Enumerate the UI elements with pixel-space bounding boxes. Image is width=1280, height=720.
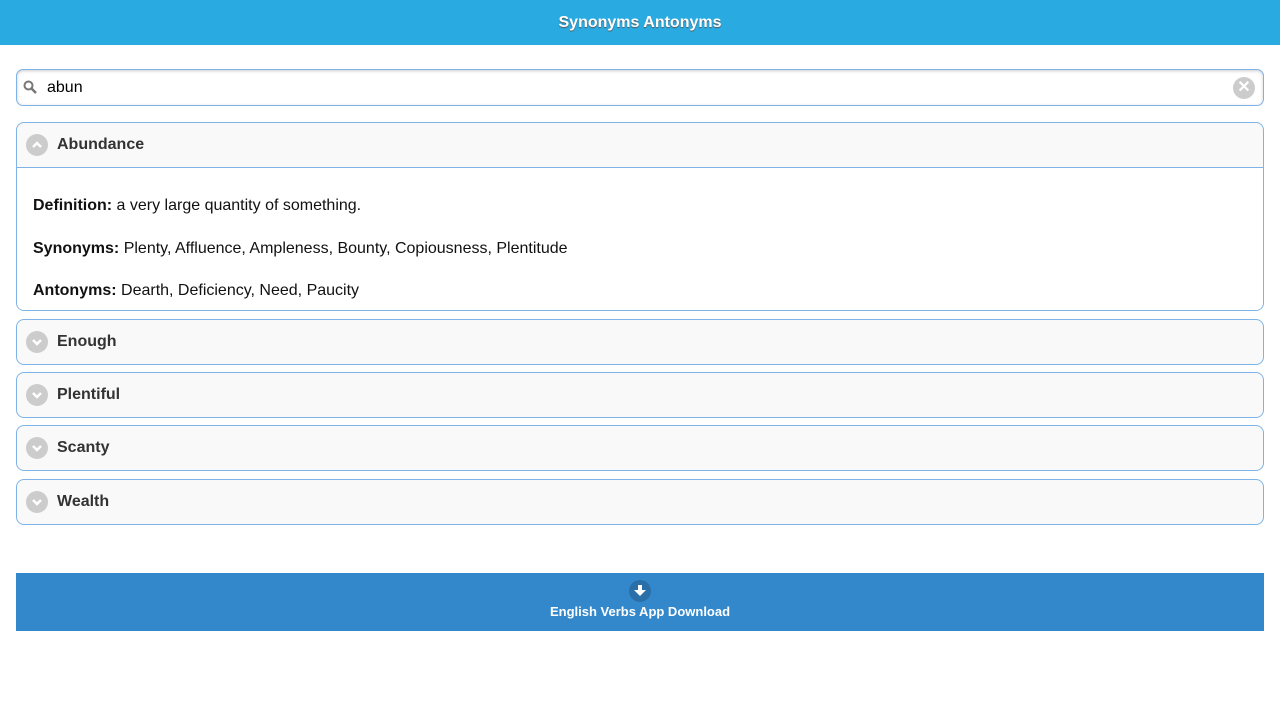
search-bar: ✕	[16, 69, 1264, 106]
accordion-content: Definition: a very large quantity of som…	[17, 167, 1263, 310]
chevron-down-icon	[26, 491, 48, 513]
synonyms-text: Plenty, Affluence, Ampleness, Bounty, Co…	[119, 240, 568, 257]
accordion-item-wealth[interactable]: Wealth	[16, 479, 1264, 525]
accordion-header[interactable]: Enough	[17, 320, 1263, 364]
accordion-item-plentiful[interactable]: Plentiful	[16, 372, 1264, 418]
antonyms: Antonyms: Dearth, Deficiency, Need, Pauc…	[33, 282, 1247, 300]
app-header: Synonyms Antonyms	[0, 0, 1280, 45]
accordion-item-scanty[interactable]: Scanty	[16, 425, 1264, 471]
word-label: Wealth	[57, 493, 110, 510]
word-label: Plentiful	[57, 386, 121, 403]
synonyms-label: Synonyms:	[33, 240, 120, 257]
clear-search-icon[interactable]: ✕	[1233, 77, 1255, 99]
chevron-down-icon	[26, 331, 48, 353]
download-label: English Verbs App Download	[549, 604, 731, 619]
app-title: Synonyms Antonyms	[558, 14, 722, 31]
antonyms-label: Antonyms:	[33, 282, 117, 299]
chevron-down-icon	[26, 437, 48, 459]
definition: Definition: a very large quantity of som…	[33, 197, 1247, 215]
accordion-header[interactable]: Wealth	[17, 480, 1263, 524]
accordion-header[interactable]: Abundance	[17, 123, 1263, 167]
word-label: Enough	[57, 333, 117, 350]
accordion-item-abundance: Abundance Definition: a very large quant…	[16, 122, 1264, 311]
download-app-button[interactable]: English Verbs App Download	[16, 573, 1264, 631]
antonyms-text: Dearth, Deficiency, Need, Paucity	[116, 282, 360, 299]
accordion-header[interactable]: Plentiful	[17, 373, 1263, 417]
accordion-item-enough[interactable]: Enough	[16, 319, 1264, 365]
chevron-down-icon	[26, 384, 48, 406]
arrow-down-icon	[629, 580, 651, 602]
search-icon	[23, 80, 37, 94]
word-label: Abundance	[57, 136, 145, 153]
definition-text: a very large quantity of something.	[112, 197, 362, 214]
search-input[interactable]	[45, 76, 1229, 100]
word-label: Scanty	[57, 439, 110, 456]
accordion-header[interactable]: Scanty	[17, 426, 1263, 470]
synonyms: Synonyms: Plenty, Affluence, Ampleness, …	[33, 240, 1247, 258]
definition-label: Definition:	[33, 197, 113, 214]
chevron-up-icon	[26, 134, 48, 156]
